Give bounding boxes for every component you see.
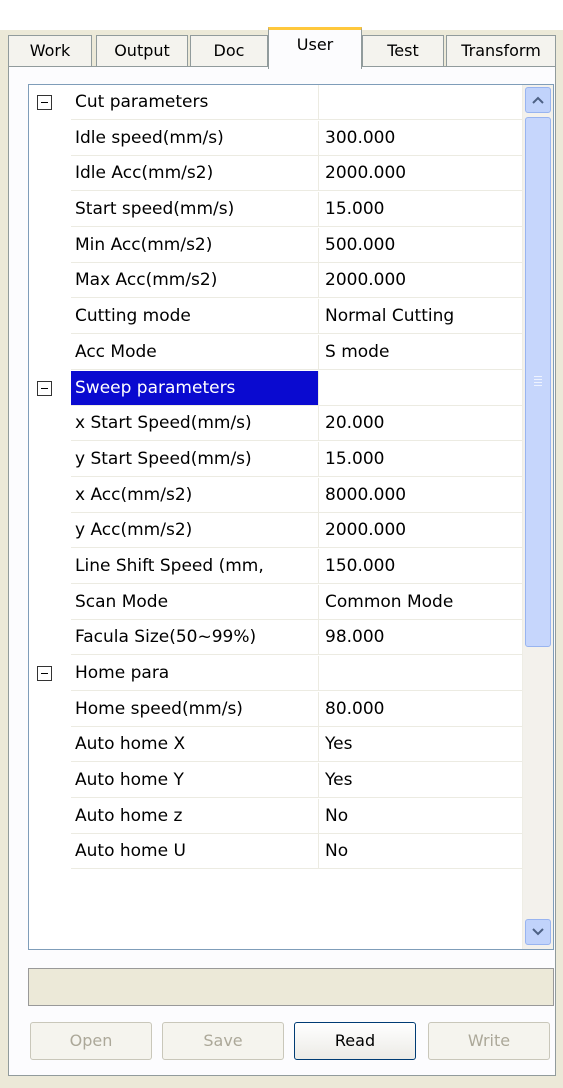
save-button[interactable]: Save — [162, 1022, 284, 1060]
property-name[interactable]: x Start Speed(mm/s) — [71, 406, 319, 442]
property-value[interactable]: 300.000 — [319, 121, 525, 156]
collapse-icon[interactable] — [37, 666, 52, 681]
top-strip — [0, 0, 563, 30]
property-value[interactable] — [319, 656, 525, 691]
property-row[interactable]: x Start Speed(mm/s) 20.000 — [29, 406, 525, 442]
property-value[interactable]: S mode — [319, 335, 525, 370]
grip-line — [534, 376, 542, 377]
property-name[interactable]: y Acc(mm/s2) — [71, 513, 319, 549]
tab-label: Output — [114, 41, 170, 60]
property-value[interactable]: 2000.000 — [319, 263, 525, 299]
property-name[interactable]: Auto home U — [71, 834, 319, 870]
tab-doc[interactable]: Doc — [190, 35, 268, 67]
collapse-icon[interactable] — [37, 380, 52, 396]
chevron-up-icon[interactable] — [525, 87, 551, 113]
property-name[interactable]: Home para — [71, 656, 319, 691]
property-value[interactable]: 2000.000 — [319, 513, 525, 549]
group-row-home-para[interactable]: Home para — [29, 656, 525, 692]
property-value[interactable]: 80.000 — [319, 692, 525, 727]
property-value[interactable]: 20.000 — [319, 406, 525, 442]
property-row[interactable]: Auto home z No — [29, 798, 525, 835]
tab-label: Doc — [213, 41, 245, 60]
group-row-cut-parameters[interactable]: Cut parameters — [29, 85, 525, 121]
property-value[interactable]: 500.000 — [319, 228, 525, 263]
property-row[interactable]: x Acc(mm/s2) 8000.000 — [29, 477, 525, 514]
scrollbar-thumb[interactable] — [525, 117, 551, 647]
property-name[interactable]: Sweep parameters — [71, 370, 319, 406]
property-value[interactable]: 15.000 — [319, 192, 525, 228]
read-button[interactable]: Read — [294, 1022, 416, 1060]
collapse-icon[interactable] — [37, 95, 52, 110]
tab-bar: Work Output Doc User Test Transform — [8, 27, 556, 69]
property-name[interactable]: Cut parameters — [71, 85, 319, 120]
property-row[interactable]: Facula Size(50~99%) 98.000 — [29, 620, 525, 656]
property-value[interactable]: 150.000 — [319, 549, 525, 584]
property-row[interactable]: Cutting mode Normal Cutting — [29, 299, 525, 335]
chevron-down-icon[interactable] — [525, 919, 551, 945]
property-row[interactable]: Start speed(mm/s) 15.000 — [29, 192, 525, 228]
property-value[interactable] — [319, 371, 525, 406]
property-value[interactable] — [319, 85, 525, 120]
property-row[interactable]: Auto home Y Yes — [29, 763, 525, 799]
tab-test[interactable]: Test — [362, 35, 444, 67]
property-name[interactable]: Scan Mode — [71, 584, 319, 620]
property-value[interactable]: Normal Cutting — [319, 299, 525, 335]
property-name[interactable]: y Start Speed(mm/s) — [71, 441, 319, 477]
property-value[interactable]: 8000.000 — [319, 478, 525, 513]
property-row[interactable]: Auto home X Yes — [29, 727, 525, 763]
property-value[interactable]: Yes — [319, 727, 525, 763]
property-row[interactable]: Home speed(mm/s) 80.000 — [29, 691, 525, 728]
property-row[interactable]: Line Shift Speed (mm, 150.000 — [29, 548, 525, 585]
property-name[interactable]: Auto home Y — [71, 763, 319, 799]
property-row[interactable]: Auto home U No — [29, 834, 525, 870]
property-row[interactable]: Scan Mode Common Mode — [29, 584, 525, 621]
status-box — [28, 968, 554, 1006]
grip-line — [534, 382, 542, 383]
write-button[interactable]: Write — [428, 1022, 550, 1060]
property-name[interactable]: Cutting mode — [71, 299, 319, 335]
tab-label: User — [296, 35, 334, 54]
property-name[interactable]: Max Acc(mm/s2) — [71, 263, 319, 299]
property-value[interactable]: Yes — [319, 763, 525, 799]
property-name[interactable]: x Acc(mm/s2) — [71, 477, 319, 513]
property-value[interactable]: 15.000 — [319, 442, 525, 477]
grip-line — [534, 385, 542, 386]
group-row-sweep-parameters[interactable]: Sweep parameters — [29, 370, 525, 407]
property-name[interactable]: Min Acc(mm/s2) — [71, 227, 319, 263]
grip-line — [534, 379, 542, 380]
property-row[interactable]: y Start Speed(mm/s) 15.000 — [29, 441, 525, 478]
property-value[interactable]: 98.000 — [319, 620, 525, 656]
tab-user[interactable]: User — [268, 27, 362, 69]
property-row[interactable]: Idle speed(mm/s) 300.000 — [29, 120, 525, 157]
property-name[interactable]: Acc Mode — [71, 334, 319, 370]
property-row[interactable]: Acc Mode S mode — [29, 334, 525, 371]
tab-work[interactable]: Work — [8, 35, 92, 67]
property-name[interactable]: Auto home z — [71, 798, 319, 834]
tab-transform[interactable]: Transform — [446, 35, 556, 67]
property-grid-rows: Cut parameters Idle speed(mm/s) 300.000 … — [29, 85, 525, 870]
property-row[interactable]: Idle Acc(mm/s2) 2000.000 — [29, 156, 525, 192]
property-row[interactable]: Max Acc(mm/s2) 2000.000 — [29, 263, 525, 299]
tab-label: Test — [387, 41, 419, 60]
property-row[interactable]: y Acc(mm/s2) 2000.000 — [29, 513, 525, 549]
property-row[interactable]: Min Acc(mm/s2) 500.000 — [29, 227, 525, 264]
tab-output[interactable]: Output — [96, 35, 188, 67]
tab-label: Transform — [461, 41, 541, 60]
property-name[interactable]: Idle speed(mm/s) — [71, 120, 319, 156]
property-value[interactable]: No — [319, 799, 525, 834]
tab-label: Work — [29, 41, 71, 60]
property-name[interactable]: Home speed(mm/s) — [71, 691, 319, 727]
property-name[interactable]: Auto home X — [71, 727, 319, 763]
property-name[interactable]: Idle Acc(mm/s2) — [71, 156, 319, 192]
property-value[interactable]: 2000.000 — [319, 156, 525, 192]
property-value[interactable]: Common Mode — [319, 585, 525, 620]
property-grid[interactable]: Cut parameters Idle speed(mm/s) 300.000 … — [28, 84, 554, 950]
property-name[interactable]: Start speed(mm/s) — [71, 192, 319, 228]
property-value[interactable]: No — [319, 834, 525, 870]
open-button[interactable]: Open — [30, 1022, 152, 1060]
property-name[interactable]: Facula Size(50~99%) — [71, 620, 319, 656]
property-name[interactable]: Line Shift Speed (mm, — [71, 548, 319, 584]
vertical-scrollbar[interactable] — [522, 85, 553, 949]
